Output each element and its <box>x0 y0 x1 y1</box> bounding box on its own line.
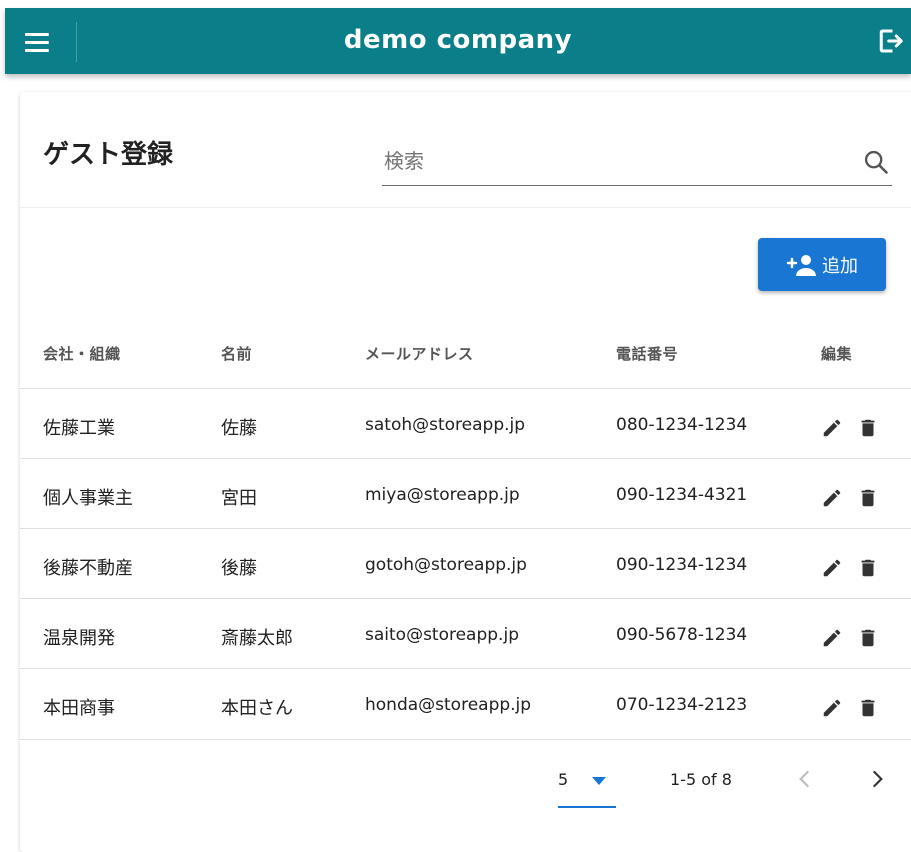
cell-company: 温泉開発 <box>43 628 115 649</box>
trash-icon[interactable] <box>857 417 879 439</box>
row-divider <box>20 388 911 389</box>
guest-card: ゲスト登録 追加 会社・組織 名前 メールアドレス 電話番号 編集 佐藤工業 佐… <box>20 92 911 852</box>
cell-company: 本田商事 <box>43 698 115 719</box>
trash-icon[interactable] <box>857 487 879 509</box>
add-user-icon <box>786 254 816 276</box>
cell-email: satoh@storeapp.jp <box>365 415 526 435</box>
app-bar: demo company <box>5 8 911 74</box>
cell-phone: 090-5678-1234 <box>616 625 748 645</box>
header-name: 名前 <box>221 345 253 363</box>
rows-per-page-value: 5 <box>558 770 569 789</box>
add-guest-button[interactable]: 追加 <box>758 238 886 291</box>
search-field <box>382 138 892 186</box>
pencil-icon[interactable] <box>821 697 843 719</box>
cell-phone: 090-1234-4321 <box>616 485 748 505</box>
row-divider <box>20 528 911 529</box>
add-button-label: 追加 <box>822 255 858 277</box>
cell-email: gotoh@storeapp.jp <box>365 555 527 575</box>
row-divider <box>20 668 911 669</box>
caret-down-icon <box>592 777 606 785</box>
header-edit: 編集 <box>821 345 853 363</box>
header-phone: 電話番号 <box>616 345 679 363</box>
row-divider <box>20 458 911 459</box>
pagination-range: 1-5 of 8 <box>670 770 732 789</box>
cell-phone: 090-1234-1234 <box>616 555 748 575</box>
row-divider <box>20 598 911 599</box>
cell-company: 佐藤工業 <box>43 418 115 439</box>
trash-icon[interactable] <box>857 557 879 579</box>
search-input[interactable] <box>384 144 844 178</box>
cell-name: 佐藤 <box>221 418 257 439</box>
logout-icon[interactable] <box>875 26 905 56</box>
cell-email: saito@storeapp.jp <box>365 625 519 645</box>
rows-per-page-select[interactable]: 5 <box>558 762 616 808</box>
chevron-left-icon[interactable] <box>792 766 818 792</box>
page-title: ゲスト登録 <box>43 140 174 170</box>
header-email: メールアドレス <box>365 345 474 363</box>
cell-phone: 070-1234-2123 <box>616 695 748 715</box>
trash-icon[interactable] <box>857 697 879 719</box>
trash-icon[interactable] <box>857 627 879 649</box>
cell-name: 斎藤太郎 <box>221 628 293 649</box>
cell-company: 後藤不動産 <box>43 558 133 579</box>
row-divider <box>20 739 911 740</box>
pencil-icon[interactable] <box>821 417 843 439</box>
cell-phone: 080-1234-1234 <box>616 415 748 435</box>
pencil-icon[interactable] <box>821 557 843 579</box>
cell-company: 個人事業主 <box>43 488 133 509</box>
app-title: demo company <box>343 25 573 55</box>
cell-name: 宮田 <box>221 488 257 509</box>
chevron-right-icon[interactable] <box>864 766 890 792</box>
cell-name: 本田さん <box>221 698 293 719</box>
pencil-icon[interactable] <box>821 627 843 649</box>
pencil-icon[interactable] <box>821 487 843 509</box>
cell-name: 後藤 <box>221 558 257 579</box>
cell-email: honda@storeapp.jp <box>365 695 532 715</box>
header-company: 会社・組織 <box>43 345 121 363</box>
search-icon[interactable] <box>862 148 890 176</box>
header-divider <box>20 207 911 208</box>
cell-email: miya@storeapp.jp <box>365 485 520 505</box>
